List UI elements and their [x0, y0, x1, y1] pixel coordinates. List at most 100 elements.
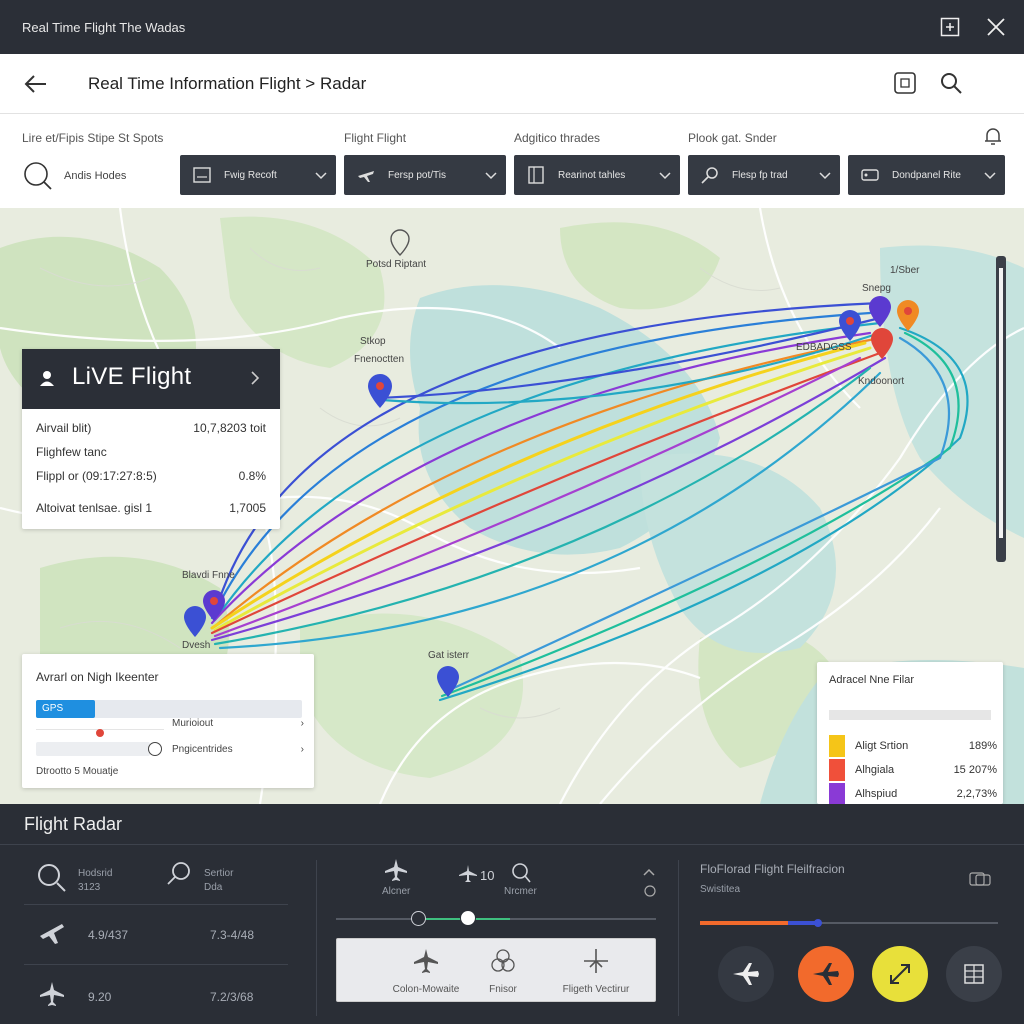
app-header: Real Time Information Flight > Radar	[0, 54, 1024, 114]
live-flight-title: LiVE Flight	[72, 363, 192, 390]
magnifier-icon	[700, 165, 720, 185]
filter-item-label: Aligt Srtion	[855, 740, 909, 752]
map-label: 1/Sber	[890, 265, 920, 276]
icon1-label: Alcner	[382, 886, 411, 897]
live-flight-header[interactable]: LiVE Flight	[22, 349, 280, 409]
map-label: Snepg	[862, 283, 891, 294]
filter-item-label: Alhspiud	[855, 788, 898, 800]
dropdown-flight-type[interactable]: Fersp pot/Tis	[344, 155, 506, 195]
slider-handle[interactable]	[148, 742, 162, 756]
window-icon	[192, 165, 212, 185]
airport-search[interactable]: Andis Hodes	[22, 160, 126, 192]
airplane-orange-button[interactable]	[798, 946, 854, 1002]
divider	[316, 860, 317, 1016]
filter-item[interactable]: Aligt Srtion 189%	[829, 734, 997, 758]
map-label: Potsd Riptant	[366, 259, 427, 270]
mode-option[interactable]: Colon-Mowaite	[381, 947, 471, 995]
filter-item[interactable]: Alhgiala 15 207%	[829, 758, 997, 782]
filter-item[interactable]: Alhspiud 2,2,73%	[829, 782, 997, 806]
airplane-icon[interactable]	[458, 864, 478, 884]
search-icon[interactable]	[510, 862, 532, 884]
layers-icon[interactable]	[968, 870, 992, 888]
row2-value-b: 7.2/3/68	[210, 990, 254, 1004]
expand-yellow-button[interactable]	[872, 946, 928, 1002]
maximize-icon[interactable]	[940, 17, 960, 37]
live-row: Flighfew tanc	[36, 445, 266, 459]
filter-item-value: 189%	[968, 740, 997, 752]
live-row: Flippl or (09:17:27:8:5) 0.8%	[36, 469, 266, 483]
dropdown-flight-record[interactable]: Fwig Recoft	[180, 155, 336, 195]
airplane-icon	[38, 980, 66, 1008]
calendar-icon[interactable]	[892, 70, 918, 96]
row1-value-b: 7.3-4/48	[210, 928, 255, 942]
red-dot-indicator	[96, 729, 104, 737]
color-swatch	[829, 783, 845, 805]
airplane-icon[interactable]	[384, 858, 408, 882]
tag-icon	[860, 165, 880, 185]
search-icon[interactable]	[36, 862, 68, 894]
mode-option[interactable]: Fnisor	[471, 947, 535, 995]
gps-progress-track[interactable]: GPS	[36, 700, 302, 718]
chevron-right-icon: ›	[300, 718, 304, 729]
grid-button[interactable]	[946, 946, 1002, 1002]
dropdown-track[interactable]: Flesp fp trad	[688, 155, 840, 195]
map-label: Blavdi Fnne	[182, 570, 235, 581]
dropdown-label: Flesp fp trad	[732, 169, 788, 181]
search1-label: Hodsrid	[78, 868, 113, 879]
map-label: Dvesh	[182, 640, 211, 651]
airplane-button[interactable]	[718, 946, 774, 1002]
search-icon[interactable]	[938, 70, 964, 96]
option-pngicentrides[interactable]: Pngicentrides ›	[172, 744, 304, 755]
divider	[678, 860, 679, 1016]
filter-label-2: Flight Flight	[344, 131, 407, 145]
chevron-right-icon[interactable]	[248, 369, 262, 387]
slider-track[interactable]	[36, 742, 150, 756]
live-row: Airvail blit) 10,7,8203 toit	[36, 421, 266, 435]
search1-sub: 3123	[78, 882, 101, 893]
divider	[24, 904, 288, 905]
filter-item-value: 2,2,73%	[956, 788, 997, 800]
grid-icon	[964, 964, 984, 984]
bell-icon[interactable]	[984, 126, 1002, 146]
color-swatch	[829, 735, 845, 757]
chevron-up-icon[interactable]	[642, 864, 656, 876]
divider	[24, 964, 288, 965]
option-murioiout[interactable]: Murioiout ›	[172, 718, 304, 729]
back-arrow-icon[interactable]	[22, 70, 50, 98]
row2-value-a: 9.20	[88, 990, 112, 1004]
filter-card-title: Adracel Nne Filar	[829, 674, 914, 686]
mode-option[interactable]: Fligeth Vectirur	[541, 947, 651, 995]
icon3-label: Nrcmer	[504, 886, 537, 897]
mode-label: Fnisor	[489, 984, 517, 995]
filter-search-bar[interactable]	[829, 710, 991, 720]
window-title-bar: Real Time Flight The Wadas	[0, 0, 1024, 54]
col3-sub: Swistitea	[700, 884, 741, 895]
chevron-down-icon	[983, 168, 997, 182]
close-icon[interactable]	[986, 17, 1006, 37]
mode-label: Colon-Mowaite	[392, 984, 460, 995]
dropdown-panel[interactable]: Dondpanel Rite	[848, 155, 1005, 195]
search2-label: Sertior	[204, 868, 234, 879]
plus-plane-icon	[584, 949, 608, 973]
timeline-slider-track[interactable]	[336, 918, 656, 920]
progress-handle[interactable]	[814, 919, 822, 927]
map-label: Stkop	[360, 336, 386, 347]
mode-label: Fligeth Vectirur	[562, 984, 630, 995]
dropdown-label: Rearinot tahles	[558, 169, 626, 181]
progress-track[interactable]	[700, 919, 998, 927]
option-label: Murioiout	[172, 718, 214, 729]
dropdown-label: Fwig Recoft	[224, 169, 277, 181]
option-label: Pngicentrides	[172, 744, 233, 755]
chevron-down-icon	[314, 168, 328, 182]
live-flight-card[interactable]: LiVE Flight Airvail blit) 10,7,8203 toit…	[22, 349, 280, 529]
gps-label: GPS	[42, 703, 64, 714]
dropdown-tables[interactable]: Rearinot tahles	[514, 155, 680, 195]
flight-path-line	[213, 356, 862, 638]
progress-fill-orange	[700, 921, 788, 925]
flight-count: 10	[480, 868, 495, 883]
timeline-handle-end[interactable]	[460, 910, 476, 926]
search-label: Andis Hodes	[64, 170, 127, 182]
timeline-handle-start[interactable]	[411, 911, 426, 926]
search-icon[interactable]	[166, 860, 194, 888]
circles-icon	[491, 949, 515, 972]
